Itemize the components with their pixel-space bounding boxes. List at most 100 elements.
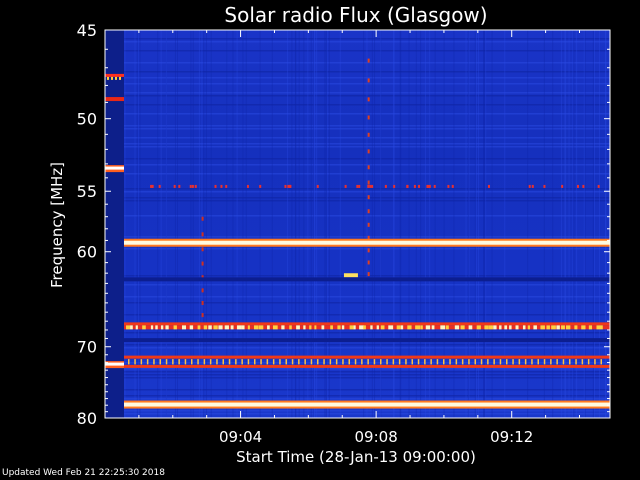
pulse-mark	[272, 359, 275, 365]
pulse-mark	[493, 359, 495, 365]
burst-dot	[367, 58, 370, 63]
burst-dot	[201, 288, 204, 293]
noise-column	[415, 30, 417, 418]
pulse-mark	[449, 359, 451, 365]
pulse-mark	[569, 359, 571, 365]
pulse-mark	[172, 359, 174, 365]
pulse-mark	[279, 359, 281, 365]
noise-column	[226, 30, 228, 418]
pulse-mark	[197, 359, 199, 365]
noise-column	[307, 30, 309, 418]
pulse-mark	[455, 359, 458, 365]
speck	[353, 325, 356, 330]
pulse-mark	[165, 359, 168, 365]
speck	[111, 76, 113, 80]
speck	[476, 325, 481, 330]
pulse-mark	[209, 359, 212, 365]
burst-dot	[367, 115, 370, 120]
pulse-mark	[317, 359, 319, 365]
pulse-mark	[140, 359, 143, 365]
noise-column	[294, 30, 296, 418]
x-tick-label: 09:04	[219, 428, 262, 446]
emission-line	[124, 240, 610, 245]
x-tick-label: 09:08	[355, 428, 398, 446]
pulse-mark	[304, 359, 306, 365]
speck	[230, 325, 234, 330]
burst-dot	[367, 180, 370, 185]
pulse-mark	[480, 359, 483, 365]
speck	[388, 325, 394, 330]
burst-dot	[367, 149, 370, 154]
speck	[418, 184, 421, 188]
pulse-mark	[587, 359, 590, 365]
speck	[576, 184, 579, 188]
speck	[314, 325, 317, 330]
speck	[344, 184, 347, 188]
burst-dot	[201, 313, 204, 318]
pulse-mark	[518, 359, 521, 365]
pulse-mark	[266, 359, 269, 365]
speck	[406, 184, 409, 188]
speck	[531, 184, 534, 188]
y-tick-label: 80	[77, 409, 97, 428]
noise-column	[366, 30, 368, 418]
initial-dark-column	[105, 30, 124, 418]
pulse-mark	[531, 359, 533, 365]
pulse-mark	[430, 359, 432, 365]
speck	[158, 184, 161, 188]
speck	[281, 325, 285, 330]
noise-column	[124, 30, 126, 418]
pulse-mark	[443, 359, 445, 365]
speck	[376, 325, 379, 330]
speck	[259, 184, 262, 188]
pulse-mark	[600, 359, 602, 365]
pulse-mark	[562, 359, 565, 365]
speck	[119, 76, 121, 80]
pulse-mark	[178, 359, 180, 365]
speck	[272, 325, 278, 330]
speck	[460, 325, 465, 330]
pulse-mark	[191, 359, 193, 365]
speck	[600, 325, 603, 330]
pulse-mark	[386, 359, 388, 365]
pulse-mark	[247, 359, 250, 365]
pulse-mark	[474, 359, 476, 365]
speck	[504, 325, 508, 330]
pulse-mark	[159, 359, 161, 365]
pulse-mark	[323, 359, 325, 365]
burst-dot	[367, 260, 370, 265]
speck	[484, 325, 489, 330]
speck	[426, 184, 429, 188]
pulse-mark	[361, 359, 363, 365]
pulse-mark	[543, 359, 546, 365]
speck	[522, 325, 526, 330]
pulse-mark	[461, 359, 464, 365]
noise-column	[434, 30, 436, 418]
speck	[220, 184, 223, 188]
burst-dot	[367, 248, 370, 253]
noise-column	[245, 30, 247, 418]
pulse-mark	[254, 359, 256, 365]
burst-dot	[367, 272, 370, 277]
plot-area-background	[105, 30, 610, 418]
speck	[135, 325, 138, 330]
pulse-mark	[380, 359, 382, 365]
pulse-mark	[354, 359, 357, 365]
noise-column	[605, 30, 607, 418]
speck	[224, 325, 229, 330]
noise-column	[583, 30, 585, 418]
speck	[420, 325, 423, 330]
speck	[499, 325, 502, 330]
speck	[370, 325, 373, 330]
pulse-mark	[241, 359, 243, 365]
speck	[208, 325, 212, 330]
noise-column	[303, 30, 305, 418]
pulse-mark	[575, 359, 577, 365]
speck	[126, 325, 131, 330]
pulse-mark	[556, 359, 558, 365]
speck	[155, 325, 158, 330]
speck	[407, 325, 412, 330]
noise-column	[287, 30, 289, 418]
speck	[358, 184, 361, 188]
speck	[247, 325, 250, 330]
